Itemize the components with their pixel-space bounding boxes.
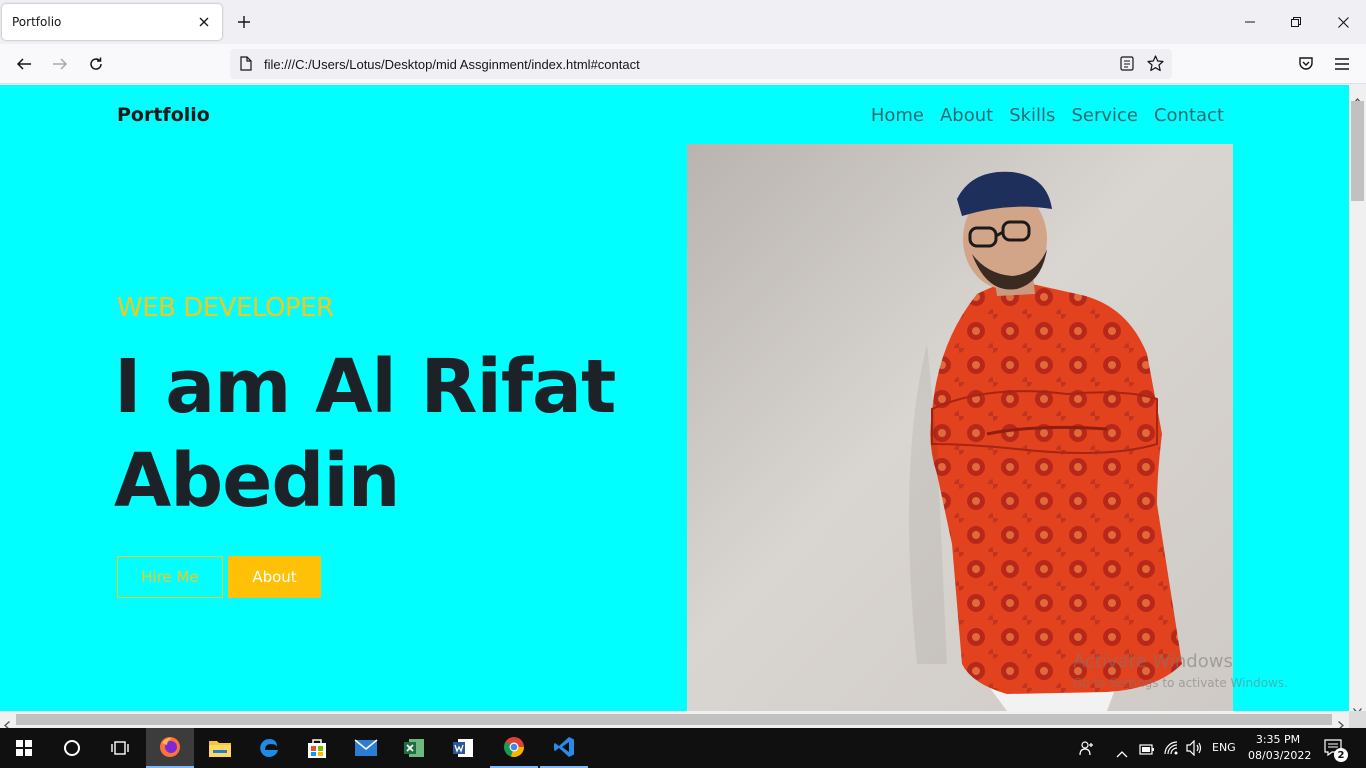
nav-link-about[interactable]: About	[940, 105, 993, 126]
browser-toolbar: file:///C:/Users/Lotus/Desktop/mid Assgi…	[0, 44, 1366, 84]
reader-view-icon[interactable]	[1120, 56, 1134, 75]
bookmark-star-icon[interactable]	[1147, 55, 1164, 76]
page-viewport: Portfolio Home About Skills Service Cont…	[0, 85, 1349, 711]
chevron-up-icon[interactable]	[1116, 743, 1128, 762]
close-window-icon[interactable]	[1333, 12, 1353, 32]
excel-icon[interactable]	[390, 728, 438, 768]
activate-windows-watermark: Activate Windows Go to Settings to activ…	[1073, 651, 1288, 690]
site-nav: Home About Skills Service Contact	[871, 105, 1224, 126]
wifi-icon[interactable]	[1163, 740, 1179, 760]
address-bar[interactable]: file:///C:/Users/Lotus/Desktop/mid Assgi…	[230, 49, 1172, 79]
task-view-icon[interactable]	[96, 728, 144, 768]
tab-title: Portfolio	[12, 15, 62, 29]
mail-icon[interactable]	[342, 728, 390, 768]
file-explorer-icon[interactable]	[196, 728, 244, 768]
language-indicator[interactable]: ENG	[1212, 741, 1236, 754]
browser-tab-bar: Portfolio	[0, 0, 1366, 44]
nav-link-contact[interactable]: Contact	[1154, 105, 1224, 126]
word-icon[interactable]	[439, 728, 487, 768]
hero-subtitle: WEB DEVELOPER	[117, 293, 334, 323]
firefox-icon[interactable]	[146, 728, 194, 768]
store-icon[interactable]	[293, 728, 341, 768]
nav-link-home[interactable]: Home	[871, 105, 924, 126]
chrome-icon[interactable]	[490, 728, 538, 768]
hire-me-button[interactable]: Hire Me	[117, 556, 223, 598]
clock-date: 08/03/2022	[1248, 749, 1312, 762]
reload-icon[interactable]	[86, 54, 106, 74]
site-brand[interactable]: Portfolio	[117, 104, 210, 126]
headline-line-1: I am Al Rifat	[114, 344, 616, 430]
back-icon[interactable]	[14, 54, 34, 74]
horizontal-scroll-thumb[interactable]	[16, 714, 1332, 725]
page-icon	[240, 56, 252, 75]
battery-icon[interactable]	[1139, 741, 1155, 760]
search-icon[interactable]	[48, 728, 96, 768]
new-tab-icon[interactable]	[234, 12, 254, 32]
edge-icon[interactable]	[245, 728, 293, 768]
pocket-icon[interactable]	[1296, 54, 1316, 74]
browser-tab[interactable]: Portfolio	[2, 4, 222, 40]
scrollbar-corner	[1349, 711, 1366, 728]
minimize-icon[interactable]	[1240, 12, 1260, 32]
watermark-subtitle: Go to Settings to activate Windows.	[1073, 676, 1288, 690]
forward-icon[interactable]	[50, 54, 70, 74]
vscode-icon[interactable]	[540, 728, 588, 768]
url-text: file:///C:/Users/Lotus/Desktop/mid Assgi…	[264, 56, 640, 72]
nav-link-service[interactable]: Service	[1071, 105, 1138, 126]
vertical-scrollbar[interactable]	[1349, 85, 1366, 714]
hero-headline: I am Al Rifat Abedin	[114, 340, 674, 528]
horizontal-scrollbar[interactable]	[0, 711, 1349, 730]
nav-link-skills[interactable]: Skills	[1009, 105, 1055, 126]
vertical-scroll-thumb[interactable]	[1351, 101, 1364, 201]
windows-taskbar: ENG 3:35 PM 08/03/2022 2	[0, 728, 1366, 768]
start-icon[interactable]	[0, 728, 48, 768]
headline-line-2: Abedin	[114, 438, 400, 524]
close-tab-icon[interactable]	[196, 14, 212, 30]
volume-icon[interactable]	[1186, 739, 1204, 760]
watermark-title: Activate Windows	[1073, 651, 1233, 672]
clock-time: 3:35 PM	[1255, 733, 1301, 746]
profile-photo	[687, 144, 1233, 711]
people-icon[interactable]	[1079, 740, 1095, 760]
notification-badge: 2	[1334, 748, 1348, 762]
clock[interactable]: 3:35 PM 08/03/2022	[1248, 732, 1312, 764]
restore-icon[interactable]	[1286, 12, 1306, 32]
about-button[interactable]: About	[228, 556, 321, 598]
menu-icon[interactable]	[1332, 54, 1352, 74]
